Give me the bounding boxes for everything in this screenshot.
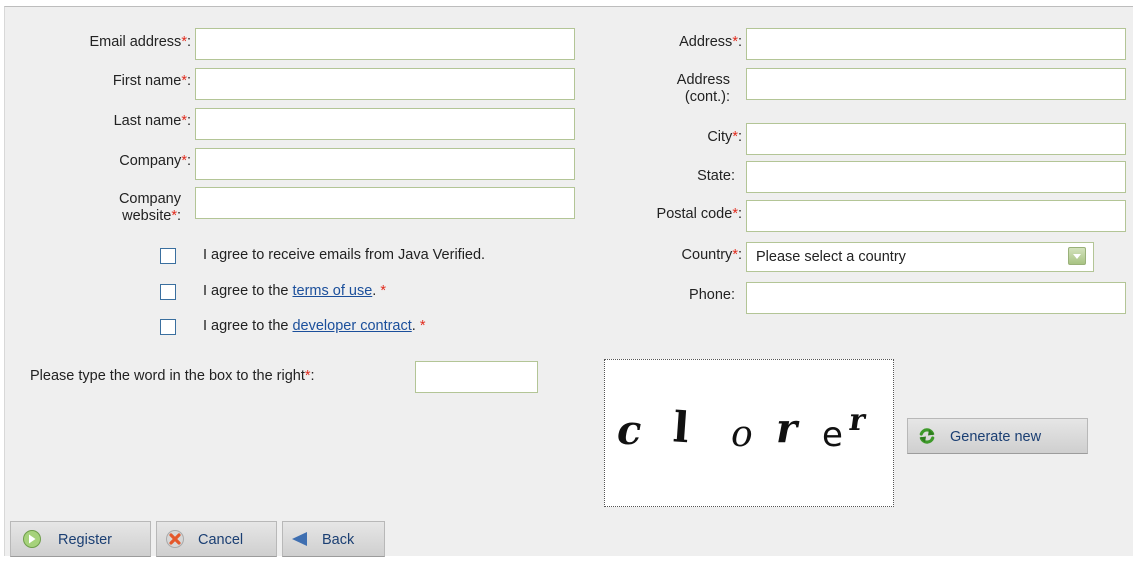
captcha-field[interactable] <box>415 361 538 393</box>
cancel-icon <box>166 530 184 548</box>
first-name-field[interactable] <box>195 68 575 100</box>
captcha-letter-5: e <box>822 415 843 455</box>
captcha-letter-1: c <box>617 407 641 454</box>
postal-code-label: Postal code*: <box>656 206 742 222</box>
address-field[interactable] <box>746 28 1126 60</box>
developer-contract-link[interactable]: developer contract <box>292 318 411 334</box>
city-label: City*: <box>707 129 742 145</box>
captcha-prompt: Please type the word in the box to the r… <box>30 368 315 384</box>
country-select-value: Please select a country <box>756 249 906 265</box>
terms-checkbox[interactable] <box>160 284 176 300</box>
last-name-label: Last name*: <box>113 113 191 129</box>
register-button[interactable]: Register <box>10 521 151 557</box>
cancel-label: Cancel <box>198 532 244 548</box>
company-label: Company*: <box>119 153 191 169</box>
country-label: Country*: <box>681 247 742 263</box>
company-website-field[interactable] <box>195 187 575 219</box>
address-cont-label: Address (cont.): <box>676 72 730 105</box>
phone-field[interactable] <box>746 282 1126 314</box>
first-name-label: First name*: <box>112 73 191 89</box>
contract-checkbox[interactable] <box>160 319 176 335</box>
company-field[interactable] <box>195 148 575 180</box>
captcha-letter-3: o <box>731 414 753 455</box>
generate-new-label: Generate new <box>950 429 1042 445</box>
cancel-button[interactable]: Cancel <box>156 521 277 557</box>
captcha-letter-2: l <box>671 402 690 452</box>
address-label: Address*: <box>679 34 742 50</box>
phone-label: Phone: <box>689 287 735 303</box>
captcha-image: c l o r e r <box>604 359 894 507</box>
terms-of-use-link[interactable]: terms of use <box>292 283 372 299</box>
captcha-letter-4: r <box>776 405 800 452</box>
country-select[interactable]: Please select a country <box>746 242 1094 272</box>
email-address-field[interactable] <box>195 28 575 60</box>
terms-checkbox-label: I agree to the terms of use. * <box>203 283 386 299</box>
emails-checkbox-label: I agree to receive emails from Java Veri… <box>203 247 486 263</box>
captcha-letter-6: r <box>847 403 869 438</box>
city-field[interactable] <box>746 123 1126 155</box>
back-arrow-icon <box>292 532 307 546</box>
refresh-icon <box>919 428 935 444</box>
chevron-down-icon[interactable] <box>1068 247 1086 265</box>
emails-checkbox[interactable] <box>160 248 176 264</box>
generate-new-button[interactable]: Generate new <box>907 418 1088 454</box>
state-label: State: <box>697 168 735 184</box>
company-website-label: Company website*: <box>118 191 181 224</box>
back-button[interactable]: Back <box>282 521 385 557</box>
contract-checkbox-label: I agree to the developer contract. * <box>203 318 426 334</box>
captcha-word: c l o r e r <box>617 402 869 455</box>
postal-code-field[interactable] <box>746 200 1126 232</box>
state-field[interactable] <box>746 161 1126 193</box>
last-name-field[interactable] <box>195 108 575 140</box>
email-address-label: Email address*: <box>89 34 191 50</box>
address-cont-field[interactable] <box>746 68 1126 100</box>
register-arrow-icon <box>23 530 41 548</box>
register-label: Register <box>58 532 112 548</box>
back-label: Back <box>322 532 355 548</box>
